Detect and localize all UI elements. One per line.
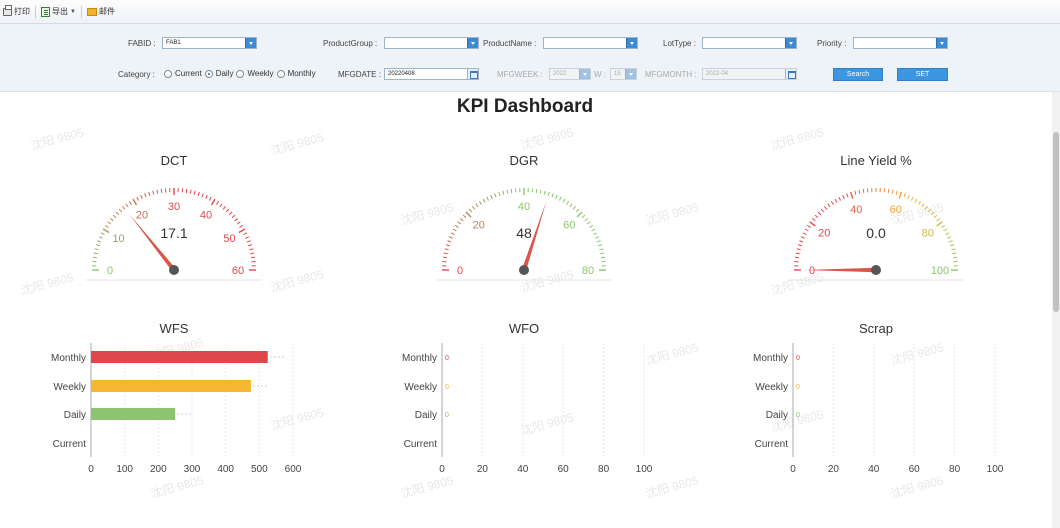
scrollbar-thumb[interactable] [1053,132,1059,312]
y-category-label: Monthly [753,353,788,364]
y-category-label: Weekly [53,382,86,393]
app-window: 打印 导出 ▼ 邮件 FABID : FAB1 ProductGroup : P… [0,0,1060,528]
x-tick-label: 60 [909,464,921,475]
bar-value-label: 0 [445,384,449,391]
bar-chart-title: Scrap [859,321,893,336]
x-tick-label: 20 [477,464,489,475]
bar [91,380,251,392]
bar [91,351,268,363]
x-tick-label: 60 [558,464,570,475]
x-tick-label: 100 [636,464,653,475]
x-tick-label: 400 [217,464,234,475]
bar-value-label: 0 [796,355,800,362]
bar-value-label: 0 [445,355,449,362]
y-category-label: Monthly [51,353,86,364]
bar [91,408,176,420]
bar-chart-wfs: WFS 0 100 200 300 400 500 600 Monthly Weekly Daily… [51,321,302,475]
x-tick-label: 20 [828,464,840,475]
x-tick-label: 100 [987,464,1004,475]
bar-charts: WFS0 100 200 300 400 500 600MonthlyWeeklyDaily… [51,321,1004,475]
vertical-scrollbar[interactable] [1052,92,1060,528]
y-category-label: Daily [64,410,86,421]
y-category-label: Monthly [402,353,437,364]
bar-chart-wfo: WFO 0 20 40 60 80 100 Monthly 0 Weekly 0 Daily 0 Curr… [402,321,653,475]
x-tick-label: 80 [598,464,610,475]
bar-value-label: 0 [445,412,449,419]
bar-chart-title: WFS [160,321,189,336]
x-tick-label: 40 [517,464,529,475]
x-tick-label: 0 [88,464,94,475]
y-category-label: Weekly [404,382,437,393]
y-category-label: Current [404,439,438,450]
x-tick-label: 0 [439,464,445,475]
bar-value-label: 0 [796,384,800,391]
x-tick-label: 0 [790,464,796,475]
x-tick-label: 600 [285,464,302,475]
x-tick-label: 100 [116,464,133,475]
x-tick-label: 200 [150,464,167,475]
bar-chart-scrap: Scrap 0 20 40 60 80 100 Monthly 0 Weekly 0 Daily 0 Cu… [753,321,1004,475]
x-tick-label: 500 [251,464,268,475]
y-category-label: Current [755,439,789,450]
x-tick-label: 80 [949,464,961,475]
y-category-label: Current [53,439,87,450]
y-category-label: Daily [415,410,437,421]
x-tick-label: 300 [184,464,201,475]
y-category-label: Weekly [755,382,788,393]
y-category-label: Daily [766,410,788,421]
bar-value-label: 0 [796,412,800,419]
x-tick-label: 40 [868,464,880,475]
bar-chart-title: WFO [509,321,539,336]
